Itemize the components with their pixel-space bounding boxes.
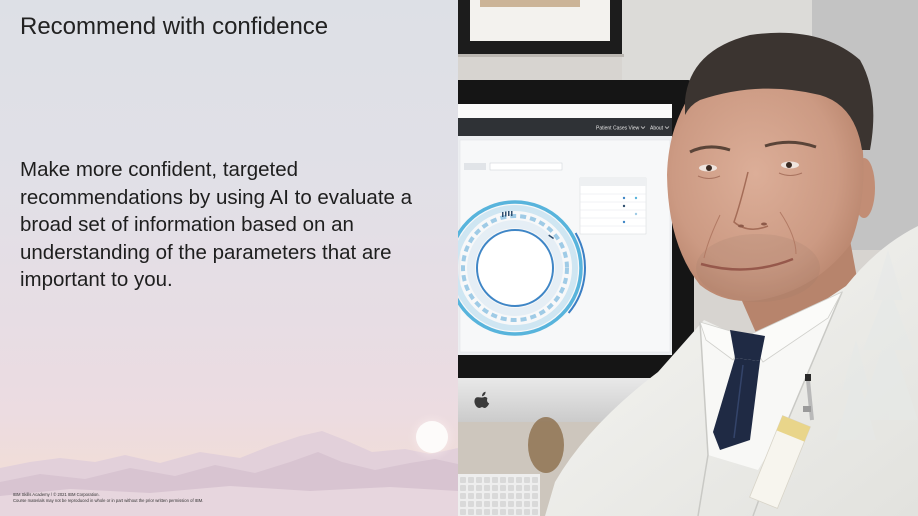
right-iris	[786, 162, 792, 168]
keyboard-key	[460, 501, 466, 507]
keyboard-key	[476, 509, 482, 515]
keyboard-key	[524, 477, 530, 483]
keyboard-key	[516, 501, 522, 507]
keyboard	[458, 474, 540, 516]
keyboard-key	[484, 493, 490, 499]
footer-notice: Course materials may not be reproduced i…	[13, 498, 204, 504]
legend-swatch	[634, 212, 638, 216]
browser-strip	[458, 104, 672, 118]
keyboard-key	[524, 485, 530, 491]
keyboard-key	[516, 485, 522, 491]
doctor-photo: Patient Cases View About	[458, 0, 918, 516]
badge-holder-clip	[803, 406, 811, 412]
keyboard-key	[532, 477, 538, 483]
keyboard-key	[524, 501, 530, 507]
picture-frame	[458, 0, 624, 57]
frame-artwork	[480, 0, 580, 7]
keyboard-key	[492, 485, 498, 491]
keyboard-key	[524, 509, 530, 515]
keyboard-key	[476, 501, 482, 507]
legend-table-frame	[579, 177, 647, 235]
presentation-slide: Recommend with confidence Make more conf…	[0, 0, 918, 516]
sunburst-tick	[508, 211, 510, 216]
keyboard-key	[460, 477, 466, 483]
keyboard-key	[508, 493, 514, 499]
keyboard-key	[508, 477, 514, 483]
keyboard-key	[516, 477, 522, 483]
keyboard-key	[476, 493, 482, 499]
sunburst-tick	[502, 212, 504, 217]
legend-swatch	[622, 196, 626, 200]
nostril	[738, 224, 744, 228]
keyboard-key	[484, 509, 490, 515]
keyboard-key	[484, 485, 490, 491]
keyboard-key	[500, 509, 506, 515]
keyboard-key	[476, 477, 482, 483]
slide-body: Make more confident, targeted recommenda…	[20, 156, 412, 294]
slide-footer: IBM Skills Academy / © 2021 IBM Corporat…	[13, 492, 203, 504]
keyboard-key	[524, 493, 530, 499]
computer-monitor: Patient Cases View About	[458, 80, 694, 422]
app-header-bar	[458, 118, 672, 136]
keyboard-key	[468, 477, 474, 483]
body-line: recommendations by using AI to evaluate …	[20, 185, 413, 209]
legend-swatch	[622, 204, 626, 208]
frame-shadow	[458, 54, 624, 57]
body-line: important to you.	[20, 268, 173, 291]
pen-clip	[805, 374, 811, 381]
body-line: broad set of information based on an	[20, 213, 354, 236]
keyboard-key	[476, 485, 482, 491]
chair-back	[528, 417, 564, 473]
keyboard-key	[532, 493, 538, 499]
left-iris	[706, 165, 712, 171]
keyboard-key	[532, 485, 538, 491]
keyboard-key	[492, 501, 498, 507]
sunburst-tick	[511, 211, 513, 216]
keyboard-key	[460, 493, 466, 499]
keyboard-key	[460, 485, 466, 491]
keyboard-key	[500, 485, 506, 491]
nostril	[761, 222, 767, 226]
slide-text-panel: Recommend with confidence Make more conf…	[0, 0, 458, 516]
sunburst-core	[476, 229, 554, 307]
keyboard-key	[484, 501, 490, 507]
legend-table	[579, 177, 647, 235]
keyboard-key	[516, 493, 522, 499]
keyboard-key	[460, 509, 466, 515]
keyboard-key	[492, 509, 498, 515]
keyboard-key	[468, 501, 474, 507]
apple-logo-body	[474, 396, 490, 408]
body-line: understanding of the parameters that are	[20, 240, 392, 264]
keyboard-key	[508, 509, 514, 515]
legend-table-header	[580, 178, 646, 186]
body-line: Make more confident, targeted	[20, 158, 299, 181]
keyboard-key	[492, 477, 498, 483]
keyboard-key	[532, 509, 538, 515]
keyboard-key	[468, 509, 474, 515]
keyboard-key	[484, 477, 490, 483]
legend-swatch	[634, 196, 638, 200]
keyboard-key	[492, 493, 498, 499]
menu-patient-cases-view: Patient Cases View	[596, 126, 640, 132]
keyboard-key	[516, 509, 522, 515]
monitor-screen: Patient Cases View About	[458, 104, 672, 355]
toolbar-button	[464, 163, 486, 170]
keyboard-key	[500, 501, 506, 507]
sun	[416, 421, 448, 453]
keyboard-key	[468, 485, 474, 491]
keyboard-key	[532, 501, 538, 507]
sunburst-tick	[505, 211, 507, 217]
toolbar-search-field	[489, 162, 563, 171]
keyboard-key	[508, 501, 514, 507]
legend-swatch	[622, 220, 626, 224]
keyboard-key	[500, 477, 506, 483]
menu-about: About	[650, 126, 664, 132]
keyboard-key	[468, 493, 474, 499]
slide-title: Recommend with confidence	[20, 13, 329, 40]
keyboard-key	[500, 493, 506, 499]
keyboard-key	[508, 485, 514, 491]
